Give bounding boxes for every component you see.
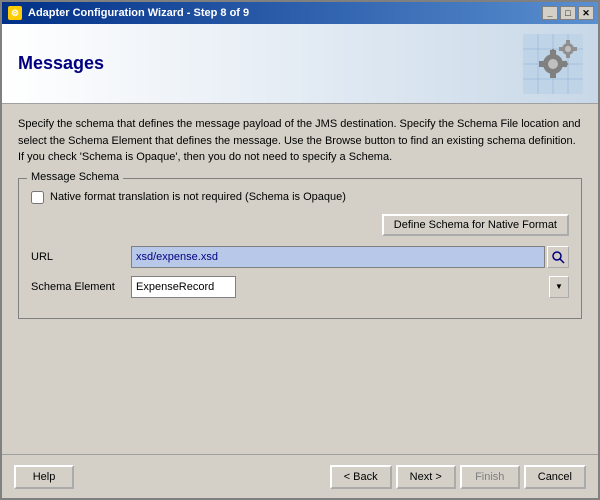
close-button[interactable]: ✕ [578, 6, 594, 20]
url-row: URL [31, 246, 569, 268]
opaque-checkbox-label[interactable]: Native format translation is not require… [50, 191, 346, 203]
cancel-button[interactable]: Cancel [524, 465, 586, 489]
back-button[interactable]: < Back [330, 465, 392, 489]
maximize-button[interactable]: □ [560, 6, 576, 20]
title-bar: ⚙ Adapter Configuration Wizard - Step 8 … [2, 2, 598, 24]
next-button[interactable]: Next > [396, 465, 456, 489]
content-area: Specify the schema that defines the mess… [2, 104, 598, 454]
finish-button[interactable]: Finish [460, 465, 520, 489]
wizard-window: ⚙ Adapter Configuration Wizard - Step 8 … [0, 0, 600, 500]
help-button[interactable]: Help [14, 465, 74, 489]
wizard-footer: Help < Back Next > Finish Cancel [2, 454, 598, 498]
define-schema-button[interactable]: Define Schema for Native Format [382, 214, 569, 236]
footer-right: < Back Next > Finish Cancel [330, 465, 586, 489]
schema-element-select-wrapper: ExpenseRecord ▼ [131, 276, 569, 298]
title-icon: ⚙ [8, 6, 22, 20]
opaque-checkbox-row: Native format translation is not require… [31, 191, 569, 204]
footer-left: Help [14, 465, 330, 489]
page-title: Messages [18, 53, 104, 74]
url-label: URL [31, 251, 131, 263]
window-title: Adapter Configuration Wizard - Step 8 of… [28, 7, 249, 19]
group-box-legend: Message Schema [27, 171, 123, 183]
wizard-header: Messages [2, 24, 598, 104]
minimize-button[interactable]: _ [542, 6, 558, 20]
description-text: Specify the schema that defines the mess… [18, 116, 582, 166]
schema-element-row: Schema Element ExpenseRecord ▼ [31, 276, 569, 298]
browse-button[interactable] [547, 246, 569, 268]
schema-element-label: Schema Element [31, 281, 131, 293]
url-input[interactable] [131, 246, 545, 268]
schema-element-select[interactable]: ExpenseRecord [131, 276, 236, 298]
message-schema-group: Message Schema Native format translation… [18, 178, 582, 319]
url-input-row [131, 246, 569, 268]
opaque-checkbox[interactable] [31, 191, 44, 204]
header-icon [518, 29, 588, 99]
select-arrow-icon: ▼ [549, 276, 569, 298]
title-bar-controls: _ □ ✕ [542, 6, 594, 20]
define-schema-btn-row: Define Schema for Native Format [31, 214, 569, 236]
